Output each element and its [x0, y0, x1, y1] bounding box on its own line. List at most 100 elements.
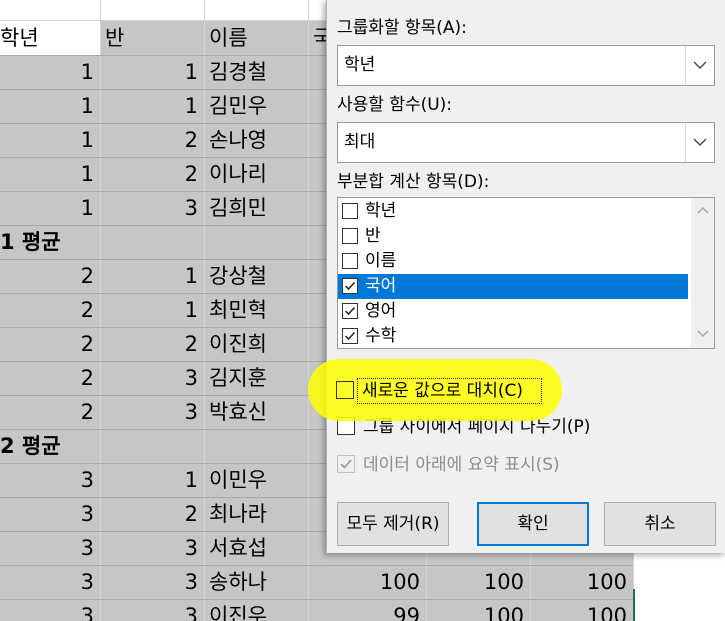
chevron-down-icon[interactable]: [685, 46, 714, 85]
focus-rectangle: [357, 378, 542, 404]
class-cell[interactable]: 3: [100, 361, 204, 395]
subtotal-dialog: 그룹화할 항목(A): 학년 사용할 함수(U): 최대 부분합 계산 항목(D…: [326, 0, 725, 553]
class-cell[interactable]: 2: [100, 157, 204, 191]
subtotal-field-item[interactable]: 영어: [338, 299, 688, 324]
function-label: 사용할 함수(U):: [337, 95, 453, 115]
name-cell[interactable]: 이진우: [204, 599, 308, 621]
function-dropdown[interactable]: 최대: [337, 122, 715, 163]
subtotal-field-item[interactable]: 반: [338, 224, 688, 249]
grade-cell[interactable]: 3: [0, 497, 100, 531]
name-cell[interactable]: 김민우: [204, 89, 308, 123]
class-cell[interactable]: 1: [100, 293, 204, 327]
field-checkbox[interactable]: [342, 203, 358, 219]
selection-border: [633, 589, 635, 621]
group-by-value: 학년: [344, 55, 376, 75]
summary-below-checkbox: [337, 455, 355, 473]
name-cell[interactable]: 김경철: [204, 55, 308, 89]
field-label: 수학: [365, 326, 397, 346]
class-cell[interactable]: 1: [100, 259, 204, 293]
class-cell[interactable]: 1: [100, 89, 204, 123]
name-cell[interactable]: 김희민: [204, 191, 308, 225]
english-score-cell[interactable]: 100: [426, 565, 530, 599]
subtotal-label-cell[interactable]: 1 평균: [0, 225, 195, 259]
name-cell[interactable]: 송하나: [204, 565, 308, 599]
class-cell[interactable]: 2: [100, 497, 204, 531]
field-label: 학년: [365, 201, 397, 221]
english-score-cell[interactable]: 100: [426, 599, 530, 621]
name-cell[interactable]: 강상철: [204, 259, 308, 293]
field-label: 반: [365, 226, 381, 246]
math-score-cell[interactable]: 100: [530, 565, 633, 599]
class-cell[interactable]: 3: [100, 395, 204, 429]
class-cell[interactable]: 2: [100, 327, 204, 361]
grade-cell[interactable]: 2: [0, 259, 100, 293]
field-label: 국어: [365, 276, 397, 296]
field-checkbox[interactable]: [342, 278, 358, 294]
field-checkbox[interactable]: [342, 253, 358, 269]
name-cell[interactable]: 이민우: [204, 463, 308, 497]
grade-cell[interactable]: 3: [0, 599, 100, 621]
name-cell[interactable]: 손나영: [204, 123, 308, 157]
header-class[interactable]: 반: [100, 21, 204, 55]
class-cell[interactable]: 1: [100, 55, 204, 89]
name-cell[interactable]: 최나라: [204, 497, 308, 531]
subtotal-field-item[interactable]: 국어: [338, 274, 688, 299]
checkmark-icon: [344, 306, 356, 316]
add-subtotal-label: 부분합 계산 항목(D):: [337, 172, 490, 192]
math-score-cell[interactable]: 100: [530, 599, 633, 621]
checkmark-icon: [344, 281, 356, 291]
summary-below-label: 데이터 아래에 요약 표시(S): [363, 455, 560, 475]
grade-cell[interactable]: 1: [0, 55, 100, 89]
grade-cell[interactable]: 2: [0, 327, 100, 361]
grade-cell[interactable]: 1: [0, 123, 100, 157]
scroll-down-icon[interactable]: [697, 330, 709, 338]
checkmark-icon: [344, 331, 356, 341]
class-cell[interactable]: 2: [100, 123, 204, 157]
grade-cell[interactable]: 1: [0, 89, 100, 123]
ok-button[interactable]: 확인: [477, 502, 589, 546]
class-cell[interactable]: 3: [100, 531, 204, 565]
class-cell[interactable]: 3: [100, 599, 204, 621]
cancel-button[interactable]: 취소: [604, 502, 716, 546]
grade-cell[interactable]: 2: [0, 395, 100, 429]
name-cell[interactable]: 박효신: [204, 395, 308, 429]
group-by-dropdown[interactable]: 학년: [337, 45, 715, 86]
remove-all-button[interactable]: 모두 제거(R): [337, 502, 449, 546]
scroll-up-icon[interactable]: [697, 206, 709, 214]
field-checkbox[interactable]: [342, 303, 358, 319]
class-cell[interactable]: 3: [100, 191, 204, 225]
grade-cell[interactable]: 3: [0, 463, 100, 497]
subtotal-label-cell[interactable]: 2 평균: [0, 429, 195, 463]
grade-cell[interactable]: 1: [0, 157, 100, 191]
name-cell[interactable]: 이진희: [204, 327, 308, 361]
subtotal-field-item[interactable]: 이름: [338, 249, 688, 274]
korean-score-cell[interactable]: 99: [308, 599, 426, 621]
name-cell[interactable]: 최민혁: [204, 293, 308, 327]
checkmark-icon: [340, 459, 352, 469]
subtotal-field-item[interactable]: 학년: [338, 199, 688, 224]
grade-cell[interactable]: 1: [0, 191, 100, 225]
name-cell[interactable]: 이나리: [204, 157, 308, 191]
grade-cell[interactable]: 2: [0, 293, 100, 327]
list-scrollbar[interactable]: [691, 198, 714, 348]
class-cell[interactable]: 3: [100, 565, 204, 599]
field-checkbox[interactable]: [342, 328, 358, 344]
header-grade[interactable]: 학년: [0, 21, 100, 55]
function-value: 최대: [344, 132, 376, 152]
grade-cell[interactable]: 3: [0, 531, 100, 565]
class-cell[interactable]: 1: [100, 463, 204, 497]
name-cell[interactable]: 김지훈: [204, 361, 308, 395]
korean-score-cell[interactable]: 100: [308, 565, 426, 599]
subtotal-field-item[interactable]: 수학: [338, 324, 688, 348]
field-label: 영어: [365, 301, 397, 321]
grade-cell[interactable]: 3: [0, 565, 100, 599]
name-cell[interactable]: 서효섭: [204, 531, 308, 565]
grade-cell[interactable]: 2: [0, 361, 100, 395]
replace-checkbox[interactable]: [336, 381, 354, 399]
field-checkbox[interactable]: [342, 228, 358, 244]
subtotal-fields-list[interactable]: 학년반이름국어영어수학: [337, 197, 715, 349]
chevron-down-icon[interactable]: [685, 123, 714, 162]
header-name[interactable]: 이름: [204, 21, 308, 55]
field-label: 이름: [365, 251, 397, 271]
group-by-label: 그룹화할 항목(A):: [337, 18, 467, 38]
